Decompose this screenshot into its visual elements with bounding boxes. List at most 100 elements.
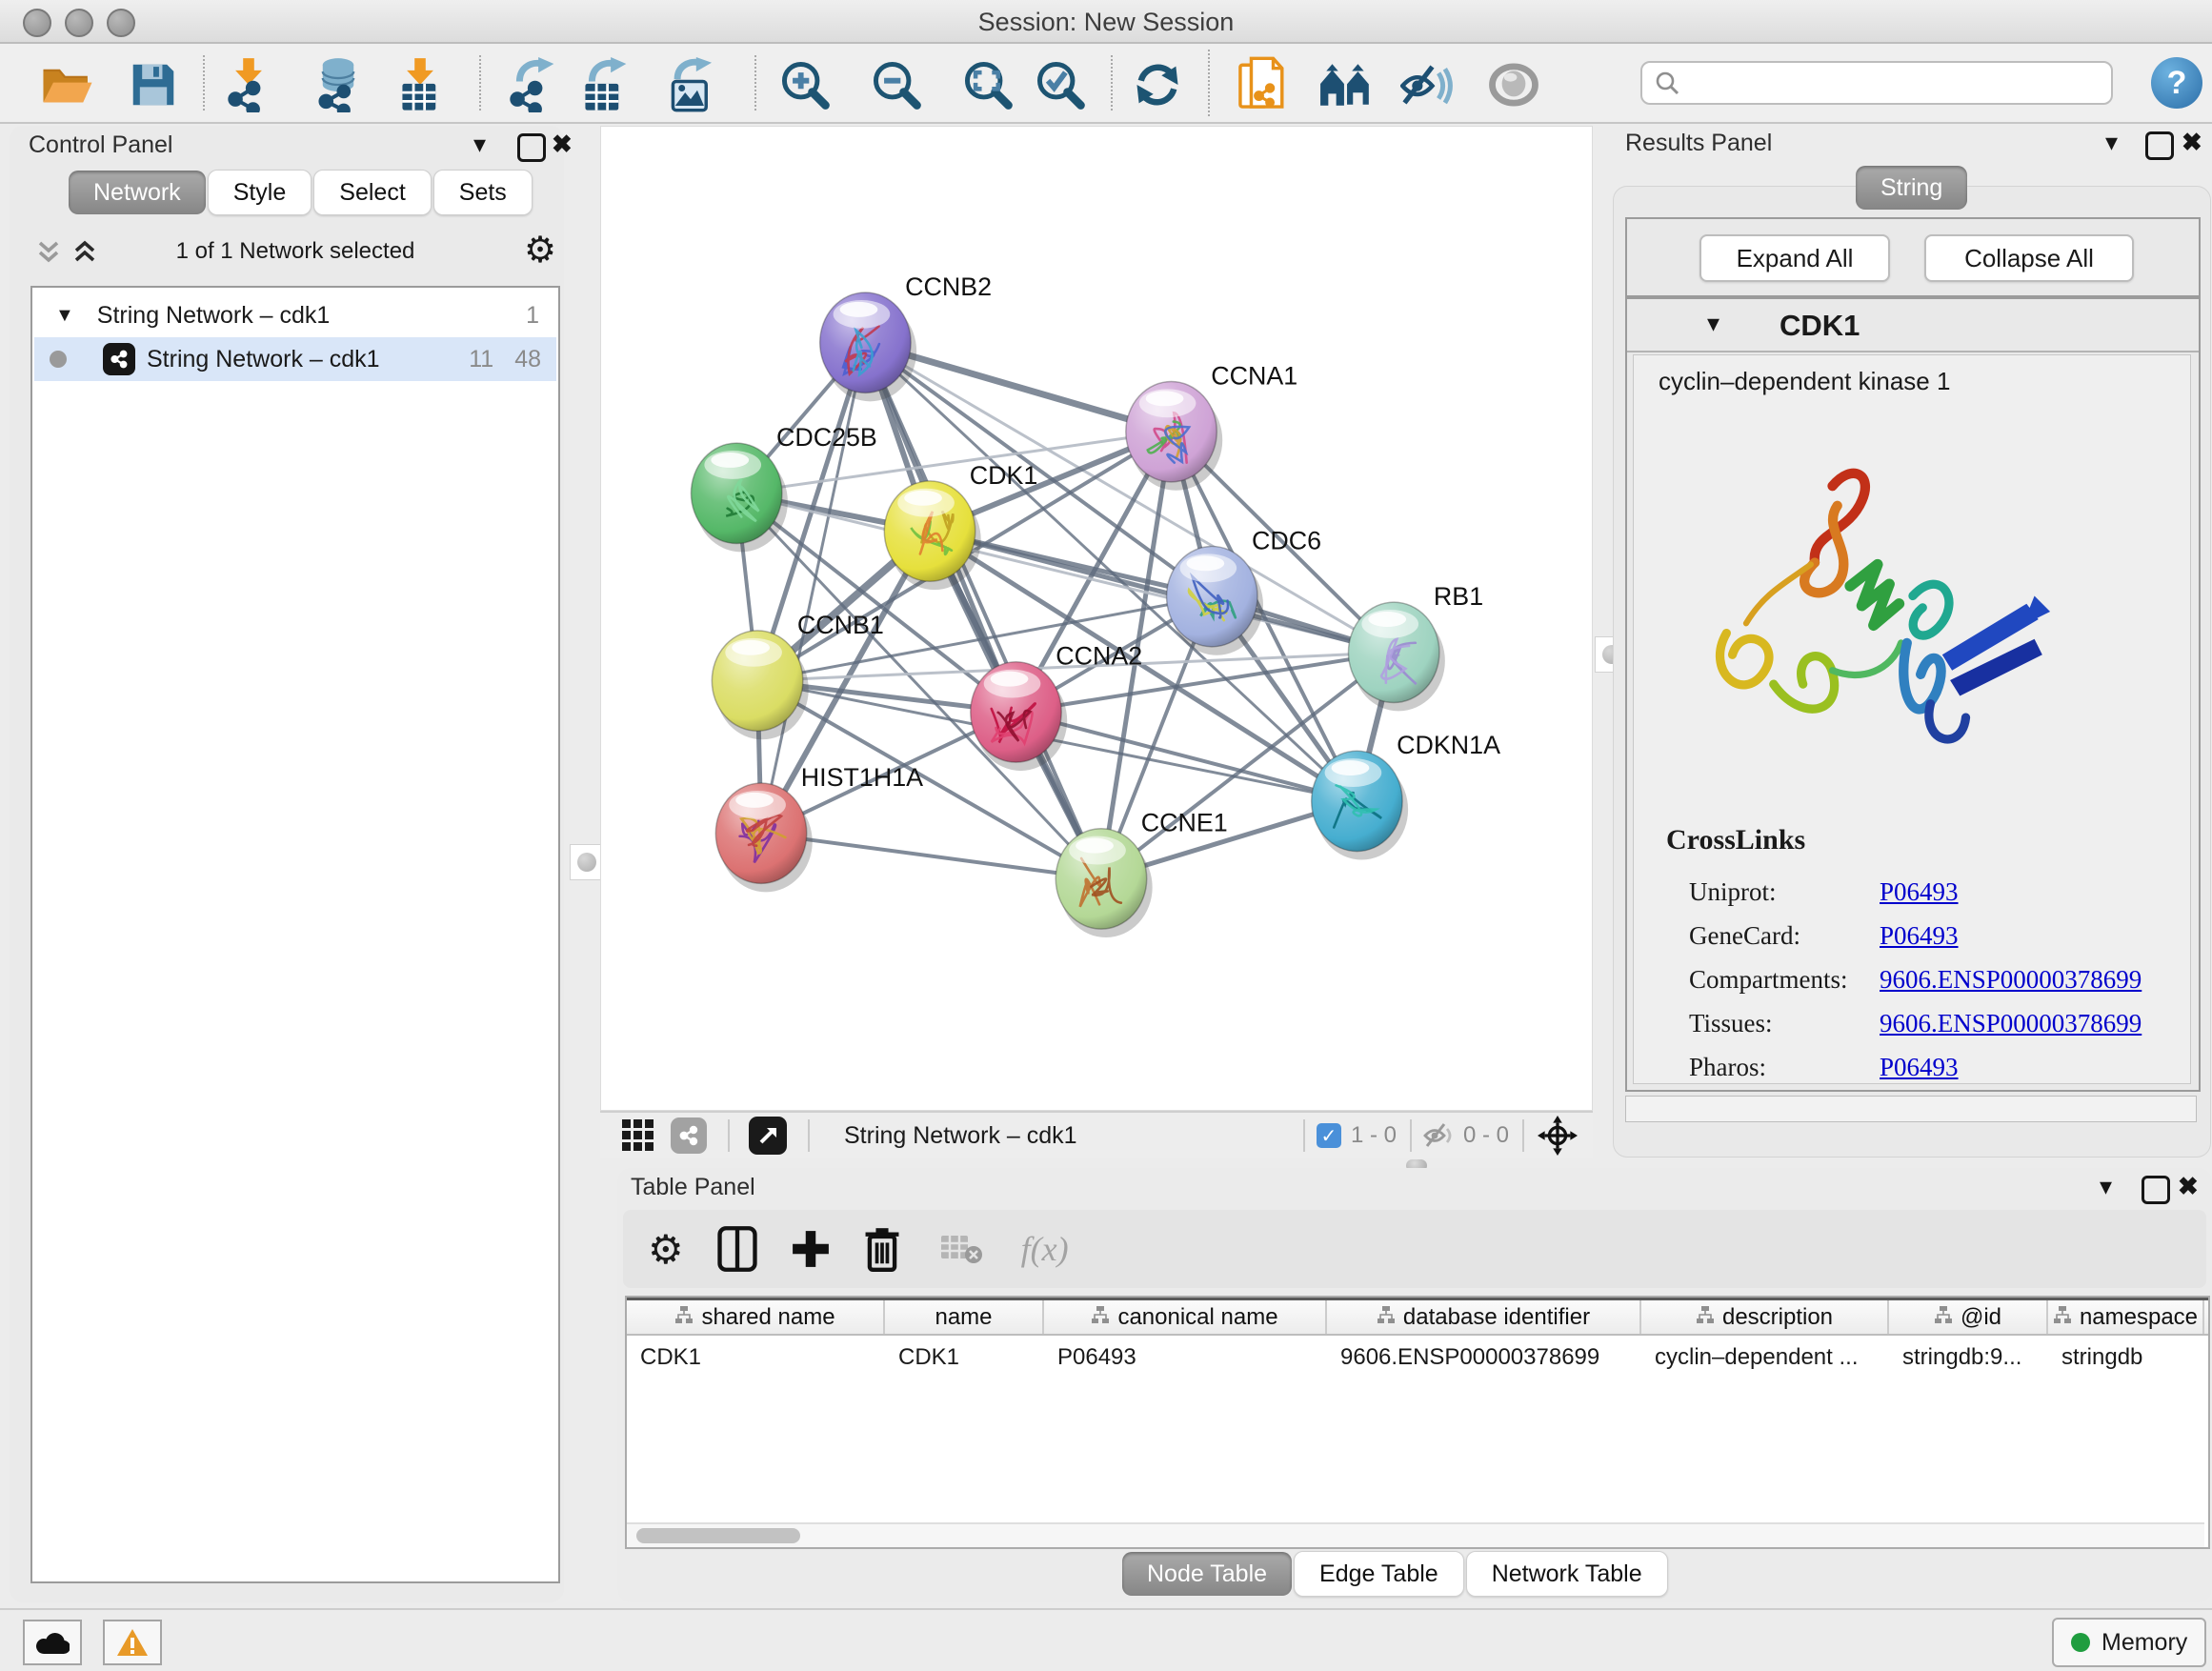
column-header-description[interactable]: description	[1641, 1300, 1889, 1334]
table-settings-gear-icon[interactable]: ⚙	[648, 1226, 684, 1273]
network-collection-row[interactable]: ▼ String Network – cdk1 1	[34, 293, 556, 337]
delete-column-icon[interactable]	[863, 1226, 901, 1272]
export-image-icon	[664, 57, 717, 112]
left-splitter-handle[interactable]	[570, 844, 604, 880]
selected-checkbox[interactable]: ✓	[1317, 1123, 1341, 1148]
import-database-button[interactable]	[311, 57, 366, 112]
results-panel-close-icon[interactable]: ✖	[2182, 130, 2202, 154]
search-input[interactable]	[1680, 69, 2084, 97]
control-panel-close-icon[interactable]: ✖	[552, 131, 573, 156]
export-network-button[interactable]	[503, 57, 558, 112]
results-panel-collapse-icon[interactable]: ▾	[2105, 130, 2118, 154]
save-session-button[interactable]	[126, 57, 181, 112]
tab-style[interactable]: Style	[208, 170, 312, 215]
open-session-button[interactable]	[40, 57, 95, 112]
expand-all-chevron-icon[interactable]	[70, 240, 99, 267]
tab-node-table[interactable]: Node Table	[1122, 1552, 1292, 1596]
table-tabs: Node TableEdge TableNetwork Table	[1122, 1551, 1670, 1597]
collapse-all-chevron-icon[interactable]	[34, 240, 63, 267]
search-field[interactable]	[1640, 61, 2113, 105]
crosslinks-heading: CrossLinks	[1666, 824, 1805, 856]
zoom-fit-button[interactable]	[960, 57, 1016, 112]
refresh-layout-button[interactable]	[1130, 57, 1185, 112]
column-header-namespace[interactable]: namespace	[2048, 1300, 2204, 1334]
tab-network[interactable]: Network	[69, 171, 206, 214]
control-panel-collapse-icon[interactable]: ▾	[473, 131, 486, 156]
hierarchy-icon	[2053, 1304, 2072, 1331]
network-node-CDC6[interactable]: CDC6	[1167, 526, 1322, 654]
network-node-CDKN1A[interactable]: CDKN1A	[1312, 731, 1500, 859]
collapse-all-button[interactable]: Collapse All	[1924, 234, 2134, 282]
results-scrollbar-track[interactable]	[1625, 1096, 2197, 1122]
column-header-@id[interactable]: @id	[1889, 1300, 2048, 1334]
tab-edge-table[interactable]: Edge Table	[1294, 1551, 1464, 1597]
crosslink-value-link[interactable]: 9606.ENSP00000378699	[1880, 965, 2142, 995]
crosslink-value-link[interactable]: P06493	[1880, 877, 1959, 907]
tab-select[interactable]: Select	[313, 170, 431, 215]
network-edge-CCNB2-CCNE1[interactable]	[865, 343, 1101, 879]
crosslink-value-link[interactable]: P06493	[1880, 1053, 1959, 1082]
add-column-icon[interactable]	[791, 1229, 831, 1269]
expand-all-button[interactable]: Expand All	[1699, 234, 1890, 282]
export-image-button[interactable]	[663, 57, 718, 112]
zoom-selected-button[interactable]	[1033, 57, 1088, 112]
network-edge-CCNB2-HIST1H1A[interactable]	[761, 343, 865, 834]
hide-selected-button[interactable]	[1400, 57, 1456, 112]
control-panel-float-icon[interactable]	[517, 133, 546, 162]
current-network-title: String Network – cdk1	[844, 1122, 1077, 1150]
delete-table-icon-disabled	[939, 1232, 983, 1266]
memory-button[interactable]: Memory	[2052, 1618, 2206, 1667]
tree-expander-icon[interactable]: ▼	[55, 305, 74, 327]
crosslink-value-link[interactable]: P06493	[1880, 921, 1959, 951]
export-table-button[interactable]	[575, 57, 631, 112]
column-header-name[interactable]: name	[885, 1300, 1044, 1334]
network-share-view-icon[interactable]	[671, 1117, 707, 1154]
crosslink-value-link[interactable]: 9606.ENSP00000378699	[1880, 1009, 2142, 1038]
import-table-button[interactable]	[392, 57, 448, 112]
results-panel: Results Panel ▾ ✖ String Expand All Coll…	[1612, 126, 2210, 1160]
network-canvas[interactable]: CCNB2CCNA1CDC25BCDK1CDC6RB1CCNB1CCNA2CDK…	[600, 126, 1593, 1111]
column-header-database-identifier[interactable]: database identifier	[1327, 1300, 1641, 1334]
tab-string[interactable]: String	[1856, 166, 1967, 210]
crosslink-label: Uniprot:	[1689, 877, 1880, 907]
gene-collapse-icon[interactable]: ▾	[1707, 311, 1719, 335]
table-row[interactable]: CDK1CDK1P064939606.ENSP00000378699cyclin…	[627, 1336, 2208, 1379]
network-node-RB1[interactable]: RB1	[1348, 582, 1483, 711]
tab-network-table[interactable]: Network Table	[1466, 1551, 1668, 1597]
show-hidden-button[interactable]	[1486, 57, 1541, 112]
network-node-CCNB2[interactable]: CCNB2	[820, 272, 992, 401]
results-panel-float-icon[interactable]	[2145, 131, 2174, 160]
cloud-icon	[35, 1630, 70, 1655]
zoom-out-button[interactable]	[869, 57, 924, 112]
grid-view-icon[interactable]	[621, 1118, 655, 1153]
hierarchy-icon	[1696, 1304, 1715, 1331]
birdseye-toggle-icon[interactable]	[749, 1117, 787, 1155]
network-options-gear-icon[interactable]: ⚙	[524, 229, 556, 272]
tab-sets[interactable]: Sets	[433, 170, 533, 215]
network-node-CCNA1[interactable]: CCNA1	[1126, 361, 1297, 490]
gene-description: cyclin–dependent kinase 1	[1659, 367, 1950, 396]
table-panel-close-icon[interactable]: ✖	[2178, 1174, 2199, 1198]
zoom-in-button[interactable]	[777, 57, 833, 112]
network-row-selected[interactable]: String Network – cdk1 11 48	[34, 337, 556, 381]
table-hscrollbar-thumb[interactable]	[636, 1528, 800, 1543]
network-node-HIST1H1A[interactable]: HIST1H1A	[715, 763, 923, 892]
cloud-button[interactable]	[23, 1620, 82, 1665]
show-columns-icon[interactable]	[716, 1225, 758, 1273]
table-cell: stringdb:9...	[1889, 1336, 2048, 1379]
results-panel-title: Results Panel	[1625, 130, 1772, 157]
network-edge-CDK1-RB1[interactable]	[930, 532, 1394, 653]
table-panel-collapse-icon[interactable]: ▾	[2100, 1174, 2112, 1198]
column-header-canonical-name[interactable]: canonical name	[1044, 1300, 1327, 1334]
node-label: CCNB1	[797, 611, 884, 639]
import-network-button[interactable]	[221, 57, 276, 112]
clone-network-button[interactable]	[1235, 57, 1290, 112]
help-button[interactable]: ?	[2151, 57, 2202, 109]
column-header-shared-name[interactable]: shared name	[627, 1300, 885, 1334]
netbar-separator	[1522, 1119, 1524, 1152]
fit-content-crosshair-icon[interactable]	[1538, 1116, 1578, 1156]
warnings-button[interactable]	[103, 1620, 162, 1665]
table-panel-float-icon[interactable]	[2142, 1176, 2170, 1204]
network-node-CCNE1[interactable]: CCNE1	[1056, 809, 1227, 937]
home-button[interactable]	[1318, 57, 1374, 112]
